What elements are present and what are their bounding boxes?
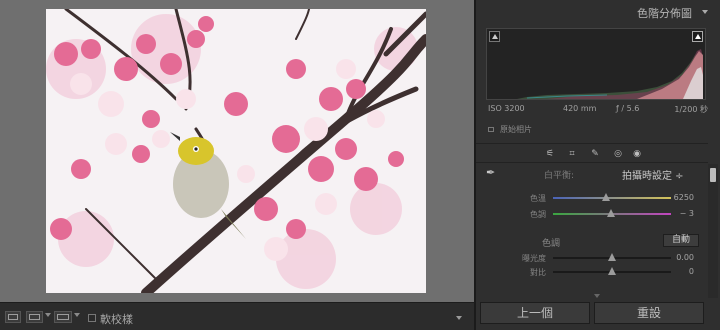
panel-scrollbar[interactable] <box>708 164 718 298</box>
develop-right-panel: 色階分佈圖 ISO 3200 420 mm ƒ / 5.6 1/200 秒 原始… <box>474 0 720 330</box>
slider-label: 色調 <box>530 210 546 219</box>
contrast-slider[interactable]: 對比 0 <box>486 266 702 278</box>
photo-viewer[interactable] <box>0 0 474 302</box>
scroll-down-icon[interactable] <box>594 294 600 298</box>
histogram-header[interactable]: 色階分佈圖 <box>476 0 720 26</box>
slider-thumb[interactable] <box>608 253 616 261</box>
softproof-checkbox[interactable] <box>88 314 96 322</box>
histogram-title: 色階分佈圖 <box>637 7 692 20</box>
bottom-toolbar: 軟校樣 <box>0 302 474 330</box>
histogram[interactable] <box>486 28 706 100</box>
tint-slider[interactable]: 色調 − 3 <box>486 208 702 220</box>
original-photo-icon <box>488 127 494 132</box>
scrollbar-thumb[interactable] <box>710 168 716 182</box>
slider-thumb[interactable] <box>602 193 611 201</box>
slider-value[interactable]: 0.00 <box>676 253 694 262</box>
collapse-triangle-icon[interactable] <box>702 10 708 14</box>
exposure-slider[interactable]: 曝光度 0.00 <box>486 252 702 264</box>
tone-label: 色調 <box>542 239 561 249</box>
highlight-clipping-icon[interactable] <box>692 31 703 42</box>
tone-row: 色調 自動 <box>486 234 702 249</box>
slider-thumb[interactable] <box>606 209 615 217</box>
healing-brush-icon[interactable]: ✎ <box>590 149 600 159</box>
white-balance-label: 白平衡: <box>544 171 575 181</box>
loupe-view-button[interactable] <box>5 311 21 323</box>
chevron-down-icon[interactable] <box>74 313 80 317</box>
slider-thumb[interactable] <box>608 267 616 275</box>
aperture-value: ƒ / 5.6 <box>616 104 640 113</box>
focal-length-value: 420 mm <box>563 104 597 113</box>
white-balance-row: ✒ 白平衡: 拍攝時設定 ÷ <box>486 166 702 183</box>
survey-view-button[interactable] <box>54 311 72 323</box>
toolbar-menu-icon[interactable] <box>456 316 462 320</box>
softproof-label: 軟校樣 <box>100 313 133 326</box>
auto-tone-button[interactable]: 自動 <box>663 234 699 247</box>
shutter-speed-value: 1/200 秒 <box>674 105 708 114</box>
masking-icon[interactable]: ◉ <box>632 149 642 159</box>
white-balance-select[interactable]: 拍攝時設定 ÷ <box>622 167 684 182</box>
chevron-down-icon[interactable] <box>45 313 51 317</box>
exif-info: ISO 3200 420 mm ƒ / 5.6 1/200 秒 <box>486 104 708 116</box>
slider-value[interactable]: − 3 <box>680 209 694 218</box>
slider-label: 色溫 <box>530 194 546 203</box>
original-photo-label: 原始相片 <box>500 125 532 134</box>
reset-button[interactable]: 重設 <box>594 302 704 324</box>
crop-icon[interactable]: ⌗ <box>567 149 577 159</box>
slider-value[interactable]: 0 <box>689 267 694 276</box>
histogram-graph <box>517 49 703 99</box>
basic-panel: ✒ 白平衡: 拍攝時設定 ÷ 色溫 6250 色調 − 3 色調 自動 曝光度 … <box>476 164 708 296</box>
shadow-clipping-icon[interactable] <box>489 31 500 42</box>
temperature-slider[interactable]: 色溫 6250 <box>486 192 702 204</box>
compare-view-button[interactable] <box>26 311 43 323</box>
iso-value: ISO 3200 <box>488 104 525 113</box>
sliders-icon[interactable]: ⚟ <box>545 149 555 159</box>
slider-label: 曝光度 <box>522 254 546 263</box>
tool-strip: ⚟ ⌗ ✎ ◎ ◉ <box>476 143 708 163</box>
eyedropper-icon[interactable]: ✒ <box>486 167 498 179</box>
slider-value[interactable]: 6250 <box>674 193 694 202</box>
red-eye-icon[interactable]: ◎ <box>613 149 623 159</box>
cherry-blossom-bird-photo <box>46 9 426 293</box>
slider-label: 對比 <box>530 268 546 277</box>
slider-track[interactable] <box>553 197 671 199</box>
previous-button[interactable]: 上一個 <box>480 302 590 324</box>
photo-image[interactable] <box>46 9 426 293</box>
